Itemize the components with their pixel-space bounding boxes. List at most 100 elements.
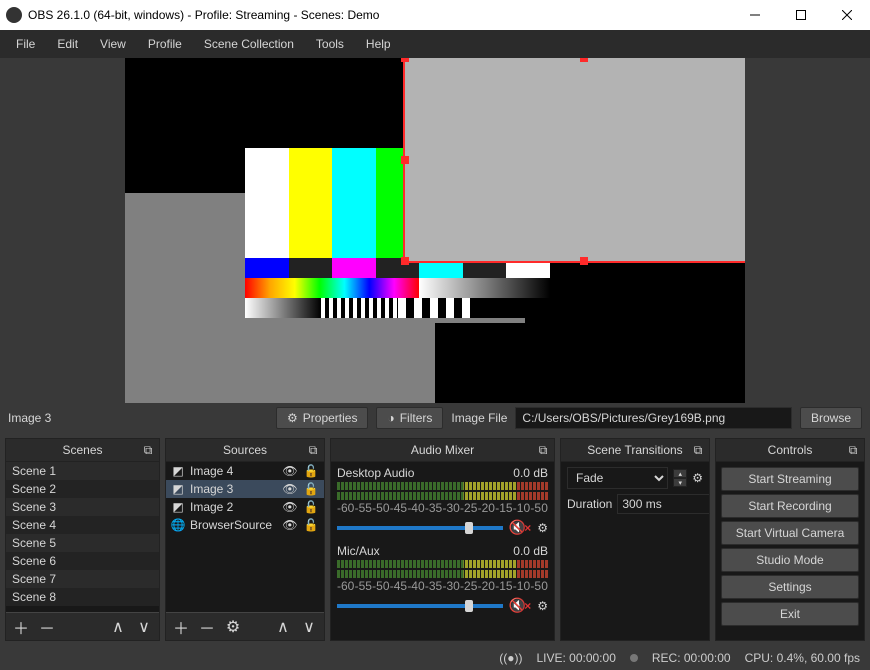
transition-up-button[interactable]: ▴ (673, 469, 687, 478)
mute-button[interactable]: 🔇× (509, 519, 531, 536)
preview-area[interactable] (0, 58, 870, 403)
level-meter (337, 560, 548, 568)
scenes-header: Scenes ⧉ (6, 439, 159, 462)
transitions-panel: Scene Transitions ⧉ Fade ▴ ▾ ⚙ Duration … (560, 438, 710, 641)
remove-source-button[interactable]: － (198, 615, 216, 639)
sources-header: Sources ⧉ (166, 439, 324, 462)
minimize-button[interactable] (732, 0, 778, 30)
scene-item[interactable]: Scene 5 (6, 534, 159, 552)
transition-down-button[interactable]: ▾ (673, 478, 687, 487)
source-item[interactable]: 🌐BrowserSource👁🔓 (166, 516, 324, 534)
visibility-toggle[interactable]: 👁 (282, 518, 298, 532)
popout-icon[interactable]: ⧉ (846, 443, 860, 457)
visibility-toggle[interactable]: 👁 (282, 482, 298, 496)
menu-profile[interactable]: Profile (138, 34, 192, 54)
popout-icon[interactable]: ⧉ (691, 443, 705, 457)
selection-frame[interactable] (403, 58, 745, 263)
browse-label: Browse (811, 411, 851, 425)
menu-edit[interactable]: Edit (47, 34, 88, 54)
mixer-body: Desktop Audio0.0 dB -60-55-50-45-40-35-3… (331, 462, 554, 640)
filters-button[interactable]: ◑ Filters (376, 407, 443, 429)
scene-item[interactable]: Scene 8 (6, 588, 159, 606)
scene-item[interactable]: Scene 1 (6, 462, 159, 480)
scenes-list[interactable]: Scene 1Scene 2Scene 3Scene 4Scene 5Scene… (6, 462, 159, 612)
source-item[interactable]: ◩Image 3👁🔓 (166, 480, 324, 498)
db-scale: -60-55-50-45-40-35-30-25-20-15-10-50 (337, 501, 548, 515)
volume-slider[interactable] (337, 526, 503, 530)
transitions-title: Scene Transitions (587, 443, 682, 457)
scenes-title: Scenes (62, 443, 102, 457)
visibility-toggle[interactable]: 👁 (282, 500, 298, 514)
scene-item[interactable]: Scene 2 (6, 480, 159, 498)
menu-scene-collection[interactable]: Scene Collection (194, 34, 304, 54)
channel-settings-button[interactable]: ⚙ (537, 521, 548, 535)
sources-list[interactable]: ◩Image 4👁🔓◩Image 3👁🔓◩Image 2👁🔓🌐BrowserSo… (166, 462, 324, 612)
lock-toggle[interactable]: 🔓 (303, 518, 319, 532)
source-label: Image 4 (190, 464, 277, 478)
start-virtual-camera-button[interactable]: Start Virtual Camera (721, 521, 859, 545)
source-properties-button[interactable]: ⚙ (224, 617, 242, 637)
popout-icon[interactable]: ⧉ (141, 443, 155, 457)
image-file-input[interactable] (515, 407, 792, 429)
sources-panel: Sources ⧉ ◩Image 4👁🔓◩Image 3👁🔓◩Image 2👁🔓… (165, 438, 325, 641)
statusbar: ((●)) LIVE: 00:00:00 REC: 00:00:00 CPU: … (0, 646, 870, 670)
mute-button[interactable]: 🔇× (509, 597, 531, 614)
lock-toggle[interactable]: 🔓 (303, 500, 319, 514)
preview-canvas[interactable] (125, 58, 745, 403)
volume-slider[interactable] (337, 604, 503, 608)
add-scene-button[interactable]: ＋ (12, 615, 30, 639)
dock-area: Scenes ⧉ Scene 1Scene 2Scene 3Scene 4Sce… (0, 433, 870, 646)
lock-toggle[interactable]: 🔓 (303, 464, 319, 478)
source-item[interactable]: ◩Image 2👁🔓 (166, 498, 324, 516)
broadcast-icon: ((●)) (499, 651, 522, 665)
settings-button[interactable]: Settings (721, 575, 859, 599)
visibility-toggle[interactable]: 👁 (282, 464, 298, 478)
properties-button[interactable]: ⚙ Properties (276, 407, 368, 429)
scene-item[interactable]: Scene 4 (6, 516, 159, 534)
source-item[interactable]: ◩Image 4👁🔓 (166, 462, 324, 480)
add-source-button[interactable]: ＋ (172, 615, 190, 639)
status-live: LIVE: 00:00:00 (536, 651, 615, 665)
move-scene-down-button[interactable]: ∨ (135, 617, 153, 637)
close-button[interactable] (824, 0, 870, 30)
maximize-button[interactable] (778, 0, 824, 30)
scene-item[interactable]: Scene 7 (6, 570, 159, 588)
properties-label: Properties (303, 411, 358, 425)
exit-button[interactable]: Exit (721, 602, 859, 626)
audio-mixer-panel: Audio Mixer ⧉ Desktop Audio0.0 dB -60-55… (330, 438, 555, 641)
mixer-channel: Mic/Aux0.0 dB -60-55-50-45-40-35-30-25-2… (337, 544, 548, 614)
start-recording-button[interactable]: Start Recording (721, 494, 859, 518)
menu-view[interactable]: View (90, 34, 136, 54)
menu-help[interactable]: Help (356, 34, 401, 54)
popout-icon[interactable]: ⧉ (306, 443, 320, 457)
move-source-down-button[interactable]: ∨ (300, 617, 318, 637)
menu-tools[interactable]: Tools (306, 34, 354, 54)
move-source-up-button[interactable]: ∧ (274, 617, 292, 637)
image-icon: ◩ (171, 482, 185, 496)
menu-file[interactable]: File (6, 34, 45, 54)
status-rec: REC: 00:00:00 (652, 651, 731, 665)
level-meter (337, 570, 548, 578)
channel-settings-button[interactable]: ⚙ (537, 599, 548, 613)
popout-icon[interactable]: ⧉ (536, 443, 550, 457)
titlebar: OBS 26.1.0 (64-bit, windows) - Profile: … (0, 0, 870, 30)
app-logo-icon (6, 7, 22, 23)
controls-title: Controls (768, 443, 813, 457)
remove-scene-button[interactable]: － (38, 615, 56, 639)
source-label: BrowserSource (190, 518, 277, 532)
rec-indicator-icon (630, 654, 638, 662)
lock-toggle[interactable]: 🔓 (303, 482, 319, 496)
transition-settings-button[interactable]: ⚙ (692, 471, 703, 485)
studio-mode-button[interactable]: Studio Mode (721, 548, 859, 572)
scene-item[interactable]: Scene 6 (6, 552, 159, 570)
move-scene-up-button[interactable]: ∧ (109, 617, 127, 637)
duration-input[interactable] (617, 494, 709, 514)
scene-item[interactable]: Scene 3 (6, 498, 159, 516)
window-title: OBS 26.1.0 (64-bit, windows) - Profile: … (28, 8, 732, 22)
start-streaming-button[interactable]: Start Streaming (721, 467, 859, 491)
mixer-title: Audio Mixer (411, 443, 474, 457)
browse-button[interactable]: Browse (800, 407, 862, 429)
transition-select[interactable]: Fade (567, 467, 668, 489)
duration-label: Duration (567, 497, 612, 511)
image-icon: ◩ (171, 500, 185, 514)
